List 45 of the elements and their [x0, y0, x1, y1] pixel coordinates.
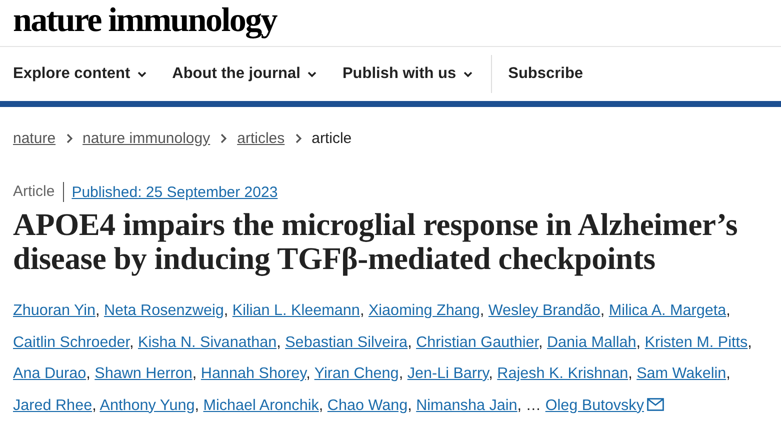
nav-link[interactable]: Explore content — [13, 65, 148, 83]
breadcrumb-current: article — [312, 130, 352, 146]
author-link[interactable]: Sam Wakelin — [636, 365, 726, 382]
chevron-down-icon — [463, 70, 474, 78]
author-link[interactable]: Sebastian Silveira — [285, 334, 408, 350]
breadcrumb-link[interactable]: articles — [237, 130, 285, 146]
author-link[interactable]: Dania Mallah — [547, 334, 636, 350]
author-list: Zhuoran Yin, Neta Rosenzweig, Kilian L. Kleemann, Xiaoming Zhang, Wesley Brandão, Milica A. Margeta, Caitlin Schroeder, Kisha N. Sivanathan, Sebastian Silveira, Christian Gauthier, Dania Mallah, Kristen M. Pitts, Ana Durao, Shawn Herron, Hannah Shorey, Yiran Cheng, Jen-Li Barry, Rajesh K. Krishnan, Sam Wakelin, Jared Rhee, Anthony Yung, Michael Aronchik, Chao Wang, Nimansha Jain, … Oleg Butovsky — [0, 295, 781, 421]
author-link[interactable]: Wesley Brandão — [488, 302, 600, 319]
chevron-right-icon — [66, 132, 73, 144]
author-link[interactable]: Oleg Butovsky — [545, 396, 664, 414]
nav-link[interactable]: Publish with us — [342, 65, 474, 83]
author-link[interactable]: Christian Gauthier — [416, 334, 538, 350]
author-link[interactable]: Kisha N. Sivanathan — [138, 334, 277, 350]
author-link[interactable]: Kilian L. Kleemann — [232, 302, 360, 319]
article-type: Article — [13, 182, 64, 202]
journal-logo[interactable]: nature immunology — [13, 4, 276, 38]
chevron-down-icon — [137, 70, 148, 78]
breadcrumb-link[interactable]: nature — [13, 130, 56, 146]
chevron-right-icon — [294, 132, 302, 144]
author-link[interactable]: Nimansha Jain — [416, 396, 518, 414]
mail-icon — [646, 398, 664, 410]
author-link[interactable]: Rajesh K. Krishnan — [497, 365, 628, 382]
author-link[interactable]: Shawn Herron — [94, 365, 192, 382]
article-title: APOE4 impairs the microglial response in Alzheimer’s disease by inducing TGFβ-mediated checkpoints — [12, 208, 739, 276]
published-date-link[interactable]: Published: 25 September 2023 — [72, 184, 278, 200]
author-link[interactable]: Xiaoming Zhang — [368, 302, 480, 319]
breadcrumb-link[interactable]: nature immunology — [82, 130, 210, 146]
author-link[interactable]: Neta Rosenzweig — [104, 302, 224, 319]
author-link[interactable]: Milica A. Margeta — [608, 302, 726, 319]
author-link[interactable]: Caitlin Schroeder — [13, 334, 130, 350]
author-link[interactable]: Anthony Yung — [100, 396, 195, 414]
author-link[interactable]: Chao Wang — [327, 396, 408, 414]
author-link[interactable]: Jared Rhee — [13, 396, 92, 414]
nav-link[interactable]: About the journal — [172, 65, 318, 83]
chevron-down-icon — [307, 70, 318, 78]
chevron-right-icon — [220, 132, 228, 144]
author-link[interactable]: Jen-Li Barry — [407, 365, 489, 382]
author-link[interactable]: Kristen M. Pitts — [644, 334, 748, 350]
author-link[interactable]: Ana Durao — [13, 365, 86, 382]
author-link[interactable]: Yiran Cheng — [314, 365, 399, 382]
nav-link[interactable]: Subscribe — [508, 65, 584, 83]
author-link[interactable]: Michael Aronchik — [203, 396, 319, 414]
author-link[interactable]: Hannah Shorey — [200, 365, 306, 382]
author-link[interactable]: Zhuoran Yin — [13, 302, 96, 319]
